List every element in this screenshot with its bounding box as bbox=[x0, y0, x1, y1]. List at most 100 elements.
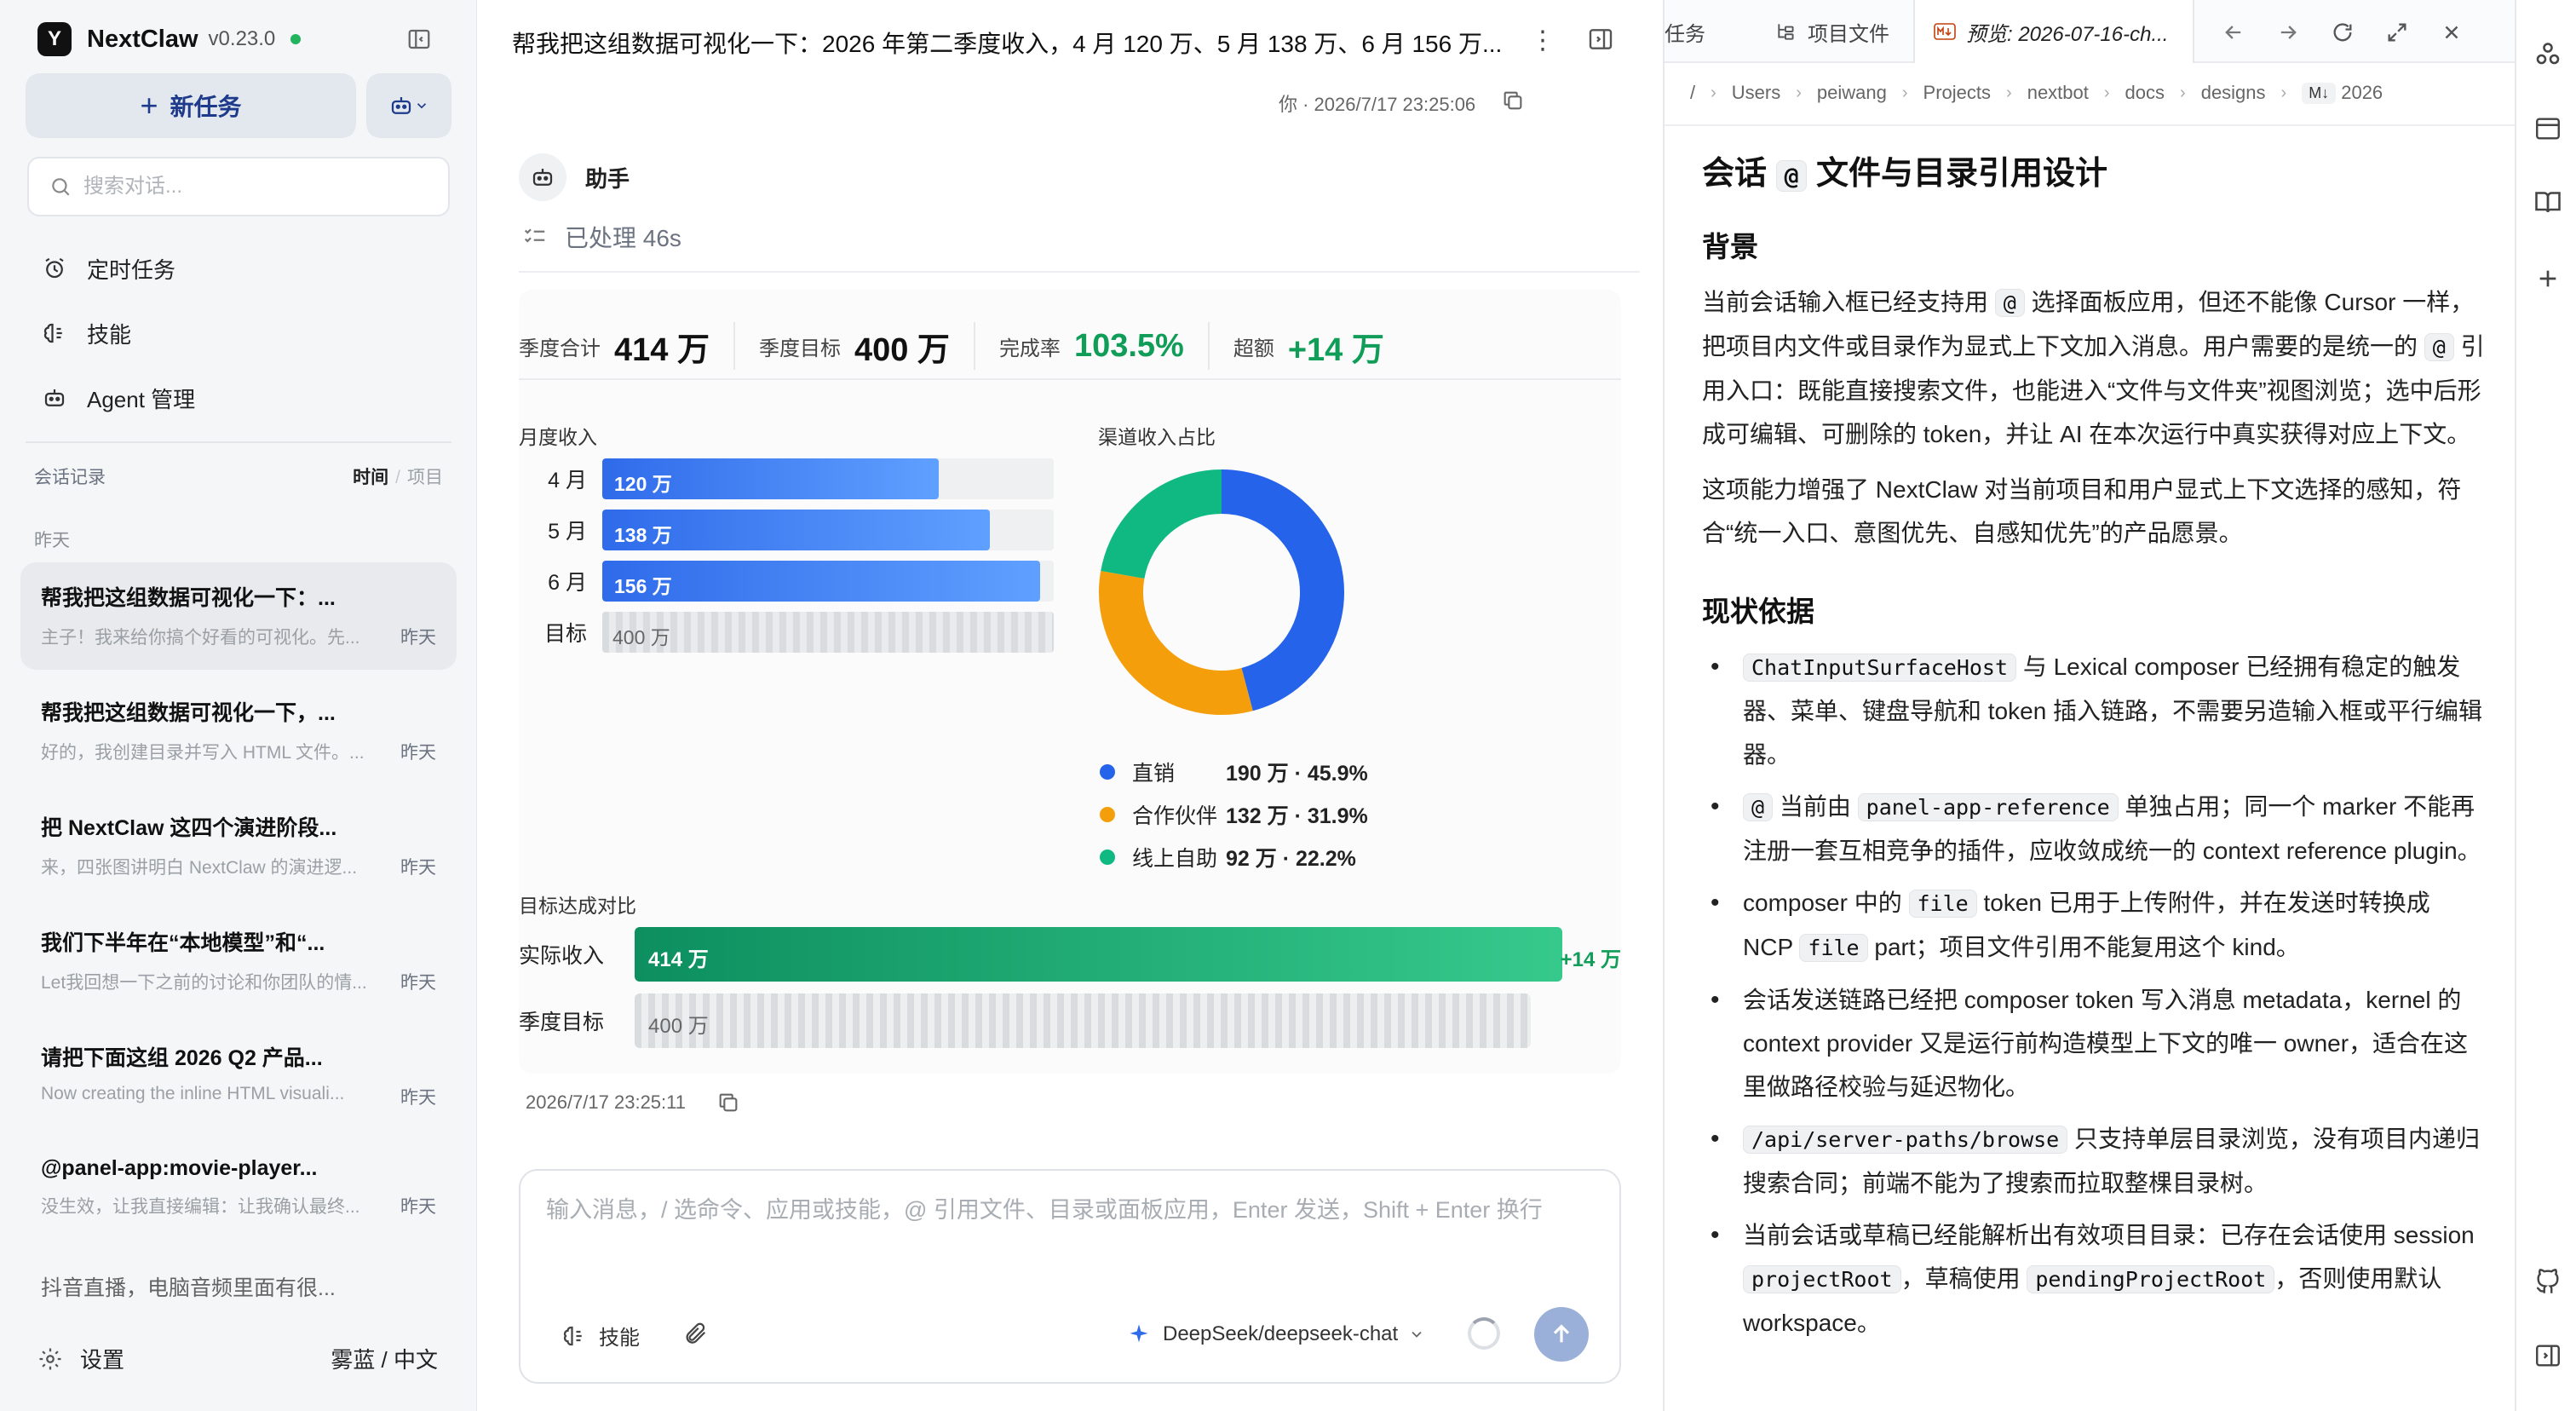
breadcrumb-item[interactable]: peiwang bbox=[1817, 82, 1887, 104]
skill-button[interactable]: 技能 bbox=[561, 1321, 640, 1351]
processed-status[interactable]: 已处理 46s bbox=[522, 220, 681, 254]
expand-button[interactable] bbox=[2382, 17, 2412, 48]
breadcrumb-item[interactable]: nextbot bbox=[2027, 82, 2089, 104]
copy-icon[interactable] bbox=[1501, 89, 1525, 118]
add-panel-button[interactable] bbox=[2532, 262, 2564, 295]
breadcrumb-item[interactable]: docs bbox=[2125, 82, 2165, 104]
conversation-item[interactable]: 帮我把这组数据可视化一下：... 主子！我来给你搞个好看的可视化。先... 昨天 bbox=[20, 562, 457, 670]
more-options-icon[interactable]: ⋮ bbox=[1530, 26, 1555, 55]
send-button[interactable] bbox=[1534, 1307, 1589, 1362]
bar-row: 4 月 120 万 bbox=[519, 458, 1054, 499]
breadcrumb-item[interactable]: designs bbox=[2201, 82, 2266, 104]
breadcrumb-item[interactable]: Users bbox=[1732, 82, 1780, 104]
tab-preview[interactable]: 预览: 2026-07-16-ch... bbox=[1913, 0, 2194, 63]
preview-tabbar: 任务 项目文件 预览: 2026-07-16-ch... bbox=[1665, 0, 2516, 63]
new-task-button[interactable]: + 新任务 bbox=[26, 73, 356, 138]
user-message-meta: 你 · 2026/7/17 23:25:06 bbox=[1279, 89, 1525, 118]
conversation-time: 昨天 bbox=[400, 1088, 436, 1108]
tab-label: 项目文件 bbox=[1808, 22, 1889, 46]
apps-grid-icon bbox=[2536, 43, 2560, 65]
forward-button[interactable] bbox=[2273, 17, 2303, 48]
list-item: 会话发送链路已经把 composer token 写入消息 metadata，k… bbox=[1702, 978, 2486, 1109]
conversation-snippet: Let我回想一下之前的讨论和你团队的情... bbox=[41, 973, 367, 993]
settings-label: 设置 bbox=[80, 1347, 125, 1373]
conversation-title: 抖音直播，电脑音频里面有很... bbox=[41, 1276, 336, 1300]
inline-code: @ bbox=[1775, 160, 1808, 192]
agent-picker-button[interactable] bbox=[366, 73, 451, 138]
chevron-down-icon bbox=[417, 103, 427, 109]
gear-icon bbox=[37, 1346, 63, 1372]
conversation-item[interactable]: 抖音直播，电脑音频里面有很... bbox=[20, 1253, 457, 1312]
history-sort: 时间 / 项目 bbox=[353, 464, 443, 489]
model-selector[interactable]: DeepSeek/deepseek-chat bbox=[1127, 1322, 1425, 1346]
conversation-item[interactable]: @panel-app:movie-player... 没生效，让我直接编辑：让我… bbox=[20, 1137, 457, 1245]
copy-icon[interactable] bbox=[716, 1091, 740, 1114]
bar-value-label: 400 万 bbox=[612, 626, 670, 648]
doc-title: 会话 @ 文件与目录引用设计 bbox=[1702, 156, 2108, 192]
bar-row: 6 月 156 万 bbox=[519, 561, 1054, 602]
close-icon bbox=[2445, 26, 2458, 39]
attach-button[interactable] bbox=[682, 1321, 708, 1346]
comparison-label: 季度目标 bbox=[519, 1011, 605, 1034]
conversation-snippet: 主子！我来给你搞个好看的可视化。先... bbox=[41, 628, 360, 648]
bar-value-label: 120 万 bbox=[614, 473, 672, 495]
refresh-button[interactable] bbox=[2327, 17, 2358, 48]
conversation-time: 昨天 bbox=[400, 628, 436, 648]
assistant-message-meta: 2026/7/17 23:25:11 bbox=[526, 1091, 740, 1114]
revenue-bar: 156 万 bbox=[602, 561, 1041, 602]
browser-button[interactable] bbox=[2532, 112, 2564, 145]
message-input[interactable] bbox=[546, 1191, 1602, 1259]
bar-track: 400 万 bbox=[602, 612, 1054, 653]
conversation-item[interactable]: 我们下半年在“本地模型”和“... Let我回想一下之前的讨论和你团队的情...… bbox=[20, 907, 457, 1015]
tab-project-files[interactable]: 项目文件 bbox=[1758, 0, 1912, 63]
collapse-rail-button[interactable] bbox=[2532, 1339, 2564, 1372]
divider bbox=[519, 271, 1640, 273]
list-item: 当前会话或草稿已经能解析出有效项目目录：已存在会话使用 session proj… bbox=[1702, 1213, 2486, 1345]
search-box bbox=[27, 157, 450, 216]
close-preview-button[interactable] bbox=[2436, 17, 2467, 48]
user-message-time: 你 · 2026/7/17 23:25:06 bbox=[1279, 94, 1476, 115]
github-button[interactable] bbox=[2532, 1266, 2564, 1299]
sidebar: Y NextClaw v0.23.0 + 新任务 定时任务 技能 Agent 管… bbox=[0, 0, 477, 1411]
legend-swatch bbox=[1100, 807, 1115, 822]
sort-by-project[interactable]: 项目 bbox=[407, 468, 443, 487]
right-panel-toggle[interactable] bbox=[1587, 26, 1614, 57]
model-name: DeepSeek/deepseek-chat bbox=[1163, 1322, 1399, 1345]
conversation-title: 帮我把这组数据可视化一下，... bbox=[41, 701, 336, 725]
apps-button[interactable] bbox=[2532, 39, 2564, 72]
conversation-item[interactable]: 帮我把这组数据可视化一下，... 好的，我创建目录并写入 HTML 文件。...… bbox=[20, 677, 457, 785]
nav-agent-management[interactable]: Agent 管理 bbox=[41, 377, 195, 419]
conversation-item[interactable]: 把 NextClaw 这四个演进阶段... 来，四张图讲明白 NextClaw … bbox=[20, 792, 457, 900]
theme-language-switch[interactable]: 雾蓝 / 中文 bbox=[331, 1343, 438, 1374]
bar-value-label: 400 万 bbox=[648, 1015, 709, 1038]
loading-spinner-icon bbox=[1468, 1317, 1500, 1350]
back-button[interactable] bbox=[2218, 17, 2249, 48]
delta-label: +14 万 bbox=[1560, 948, 1621, 971]
inline-code: @ bbox=[1743, 793, 1774, 821]
github-icon bbox=[2536, 1269, 2559, 1293]
robot-icon bbox=[391, 97, 411, 114]
breadcrumb-item[interactable]: 2026 bbox=[2341, 82, 2383, 104]
nav-skills[interactable]: 技能 bbox=[41, 312, 131, 354]
sort-separator: / bbox=[395, 468, 400, 487]
settings-button[interactable]: 设置 bbox=[37, 1343, 124, 1374]
breadcrumb-item[interactable]: Projects bbox=[1923, 82, 1991, 104]
docs-button[interactable] bbox=[2532, 186, 2564, 218]
plus-icon: + bbox=[140, 88, 158, 123]
target-bar: 400 万 bbox=[635, 993, 1531, 1048]
sidebar-collapse-button[interactable] bbox=[400, 22, 438, 56]
robot-icon bbox=[532, 169, 553, 186]
processed-label: 已处理 46s bbox=[565, 225, 681, 251]
breadcrumb-item[interactable]: / bbox=[1690, 82, 1695, 104]
kpi-excess: 超额 +14 万 bbox=[1207, 322, 1408, 370]
conversation-item[interactable]: 请把下面这组 2026 Q2 产品... Now creating the in… bbox=[20, 1022, 457, 1130]
legend-value: 92 万 · 22.2% bbox=[1226, 847, 1356, 871]
search-input[interactable] bbox=[83, 175, 424, 199]
legend-label: 线上自助 bbox=[1132, 847, 1218, 871]
sort-by-time[interactable]: 时间 bbox=[353, 468, 388, 487]
comparison-track: 414 万 +14 万 bbox=[635, 927, 1621, 982]
search-icon bbox=[52, 178, 70, 196]
nav-scheduled-tasks[interactable]: 定时任务 bbox=[41, 247, 175, 290]
bar-value-label: 156 万 bbox=[614, 575, 672, 597]
tab-tasks[interactable]: 任务 bbox=[1665, 0, 1758, 63]
